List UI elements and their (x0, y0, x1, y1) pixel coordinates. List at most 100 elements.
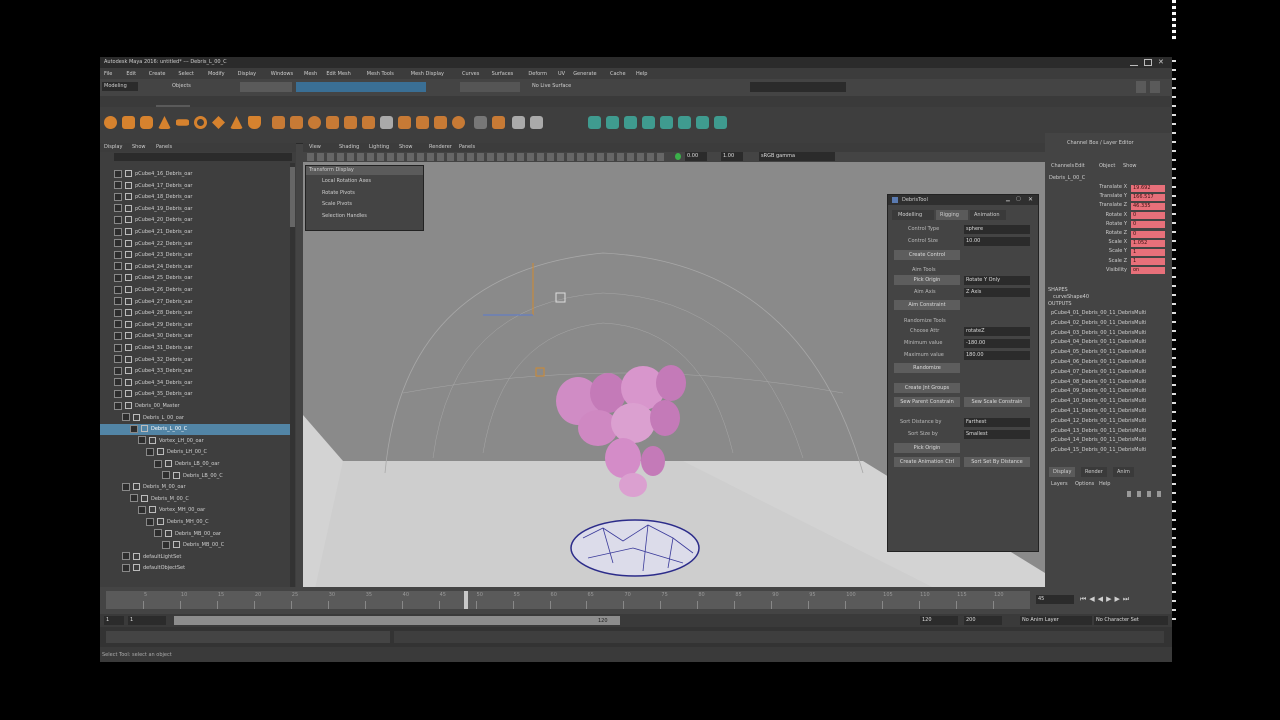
outliner-row[interactable]: pCube4_16_Debris_oar (100, 169, 290, 180)
menu-select[interactable]: Select (178, 71, 193, 77)
menu-edit-mesh[interactable]: Edit Mesh (326, 71, 350, 77)
expand-toggle-icon[interactable] (114, 331, 122, 340)
expand-toggle-icon[interactable] (114, 389, 122, 398)
expand-toggle-icon[interactable] (114, 181, 122, 190)
layer-menu-options[interactable]: Options (1075, 481, 1094, 487)
fill-hole-icon[interactable] (362, 116, 375, 129)
viewport-menu-shading[interactable]: Shading (339, 144, 359, 150)
pick-origin-button[interactable]: Pick Origin (894, 275, 960, 285)
expand-toggle-icon[interactable] (114, 262, 122, 271)
poly-prism-icon[interactable] (212, 116, 225, 129)
spherical-uv-icon[interactable] (624, 116, 637, 129)
planar-uv-icon[interactable] (588, 116, 601, 129)
layer-tab-display[interactable]: Display (1049, 467, 1076, 477)
outliner-row[interactable]: pCube4_35_Debris_oar (100, 389, 290, 400)
channel-menu-edit[interactable]: Edit (1075, 163, 1085, 169)
expand-toggle-icon[interactable] (162, 540, 170, 549)
expand-toggle-icon[interactable] (146, 517, 154, 526)
outliner-row[interactable]: Debris_00_Master (100, 401, 290, 412)
menu-edit[interactable]: Edit (126, 71, 136, 77)
auto-uv-icon[interactable] (642, 116, 655, 129)
poly-torus-icon[interactable] (194, 116, 207, 129)
sew-parent-constrain-button[interactable]: Sew Parent Constrain (894, 397, 960, 407)
outliner-row[interactable]: pCube4_34_Debris_oar (100, 378, 290, 389)
select-by-type-buttons[interactable] (296, 82, 426, 92)
control-type-dropdown[interactable]: sphere (964, 225, 1030, 234)
expand-toggle-icon[interactable] (114, 169, 122, 178)
control-size-field[interactable]: 10.00 (964, 237, 1030, 246)
outliner-search-field[interactable] (114, 153, 292, 161)
poly-cylinder-icon[interactable] (140, 116, 153, 129)
output-node-item[interactable]: pCube4_14_Debris_00_11_DebrisMulti (1051, 437, 1146, 443)
range-start-field-2[interactable]: 1 (128, 616, 166, 625)
separate-icon[interactable] (290, 116, 303, 129)
menu-create[interactable]: Create (149, 71, 166, 77)
menu-display[interactable]: Display (238, 71, 256, 77)
expand-toggle-icon[interactable] (114, 366, 122, 375)
maximize-icon[interactable] (1144, 59, 1152, 66)
channel-attr-value[interactable]: 1.052 (1131, 239, 1165, 247)
expand-toggle-icon[interactable] (114, 401, 122, 410)
menu-mesh-tools[interactable]: Mesh Tools (367, 71, 394, 77)
expand-toggle-icon[interactable] (122, 552, 130, 561)
sort-distance-dropdown[interactable]: Farthest (964, 418, 1030, 427)
expand-toggle-icon[interactable] (138, 505, 146, 514)
output-node-item[interactable]: pCube4_10_Debris_00_11_DebrisMulti (1051, 398, 1146, 404)
pick-origin-sort-button[interactable]: Pick Origin (894, 443, 960, 453)
layout-icon[interactable] (1136, 81, 1146, 93)
expand-toggle-icon[interactable] (154, 459, 162, 468)
outliner-row[interactable]: pCube4_22_Debris_oar (100, 239, 290, 250)
menu-uv[interactable]: UV (558, 71, 565, 77)
channel-attr-value[interactable]: 1 (1131, 248, 1165, 256)
output-node-item[interactable]: pCube4_02_Debris_00_11_DebrisMulti (1051, 320, 1146, 326)
menu-generate[interactable]: Generate (573, 71, 596, 77)
tab-modelling[interactable]: Modelling (892, 210, 934, 220)
outliner-scrollbar[interactable] (290, 163, 295, 629)
anim-layer-dropdown[interactable]: No Anim Layer (1020, 616, 1092, 625)
outliner-row[interactable]: pCube4_19_Debris_oar (100, 204, 290, 215)
layer-tab-render[interactable]: Render (1081, 467, 1107, 477)
menu-windows[interactable]: Windows (271, 71, 293, 77)
append-icon[interactable] (492, 116, 505, 129)
selection-mask-buttons[interactable] (240, 82, 292, 92)
output-node-item[interactable]: pCube4_12_Debris_00_11_DebrisMulti (1051, 418, 1146, 424)
sort-size-dropdown[interactable]: Smallest (964, 430, 1030, 439)
target-weld-icon[interactable] (474, 116, 487, 129)
channel-attr-value[interactable]: 19.692 (1131, 184, 1165, 192)
menu-curves[interactable]: Curves (462, 71, 479, 77)
debris-minimize-icon[interactable]: ▁ (1006, 196, 1010, 202)
current-frame-field[interactable]: 45 (1036, 595, 1074, 604)
create-animation-ctrl-button[interactable]: Create Animation Ctrl (894, 457, 960, 467)
channel-menu-show[interactable]: Show (1123, 163, 1137, 169)
outliner-row[interactable]: pCube4_20_Debris_oar (100, 215, 290, 226)
exposure-field[interactable]: 0.00 (685, 152, 707, 161)
outliner-row[interactable]: pCube4_28_Debris_oar (100, 308, 290, 319)
channel-attr-value[interactable]: 1 (1131, 258, 1165, 266)
outliner-row[interactable]: pCube4_17_Debris_oar (100, 181, 290, 192)
debris-close-icon[interactable]: ✕ (1028, 196, 1033, 203)
output-node-item[interactable]: pCube4_13_Debris_00_11_DebrisMulti (1051, 428, 1146, 434)
playback-controls[interactable]: ⏮◀◀▶▶⏭ (1080, 595, 1132, 604)
cylindrical-uv-icon[interactable] (606, 116, 619, 129)
viewport-menu-lighting[interactable]: Lighting (369, 144, 389, 150)
outliner-menu-display[interactable]: Display (104, 144, 122, 150)
minimum-value-field[interactable]: -180.00 (964, 339, 1030, 348)
boolean-icon[interactable] (326, 116, 339, 129)
mel-input-field[interactable] (106, 631, 390, 643)
layer-buttons[interactable] (1127, 491, 1167, 497)
sort-set-by-distance-button[interactable]: Sort Set By Distance (964, 457, 1030, 467)
outliner-row[interactable]: Debris_L_00_C (100, 424, 290, 436)
layer-tab-anim[interactable]: Anim (1113, 467, 1134, 477)
poly-sphere-icon[interactable] (104, 116, 117, 129)
expand-toggle-icon[interactable] (114, 227, 122, 236)
output-node-item[interactable]: pCube4_03_Debris_00_11_DebrisMulti (1051, 330, 1146, 336)
edge-loop-icon[interactable] (512, 116, 525, 129)
output-node-item[interactable]: pCube4_09_Debris_00_11_DebrisMulti (1051, 388, 1146, 394)
multi-cut-icon[interactable] (380, 116, 393, 129)
output-node-item[interactable]: pCube4_05_Debris_00_11_DebrisMulti (1051, 349, 1146, 355)
close-icon[interactable]: ✕ (1158, 58, 1164, 66)
outliner-scroll-thumb[interactable] (290, 167, 295, 227)
expand-toggle-icon[interactable] (114, 273, 122, 282)
outliner-row[interactable]: pCube4_29_Debris_oar (100, 320, 290, 331)
expand-toggle-icon[interactable] (122, 482, 130, 491)
